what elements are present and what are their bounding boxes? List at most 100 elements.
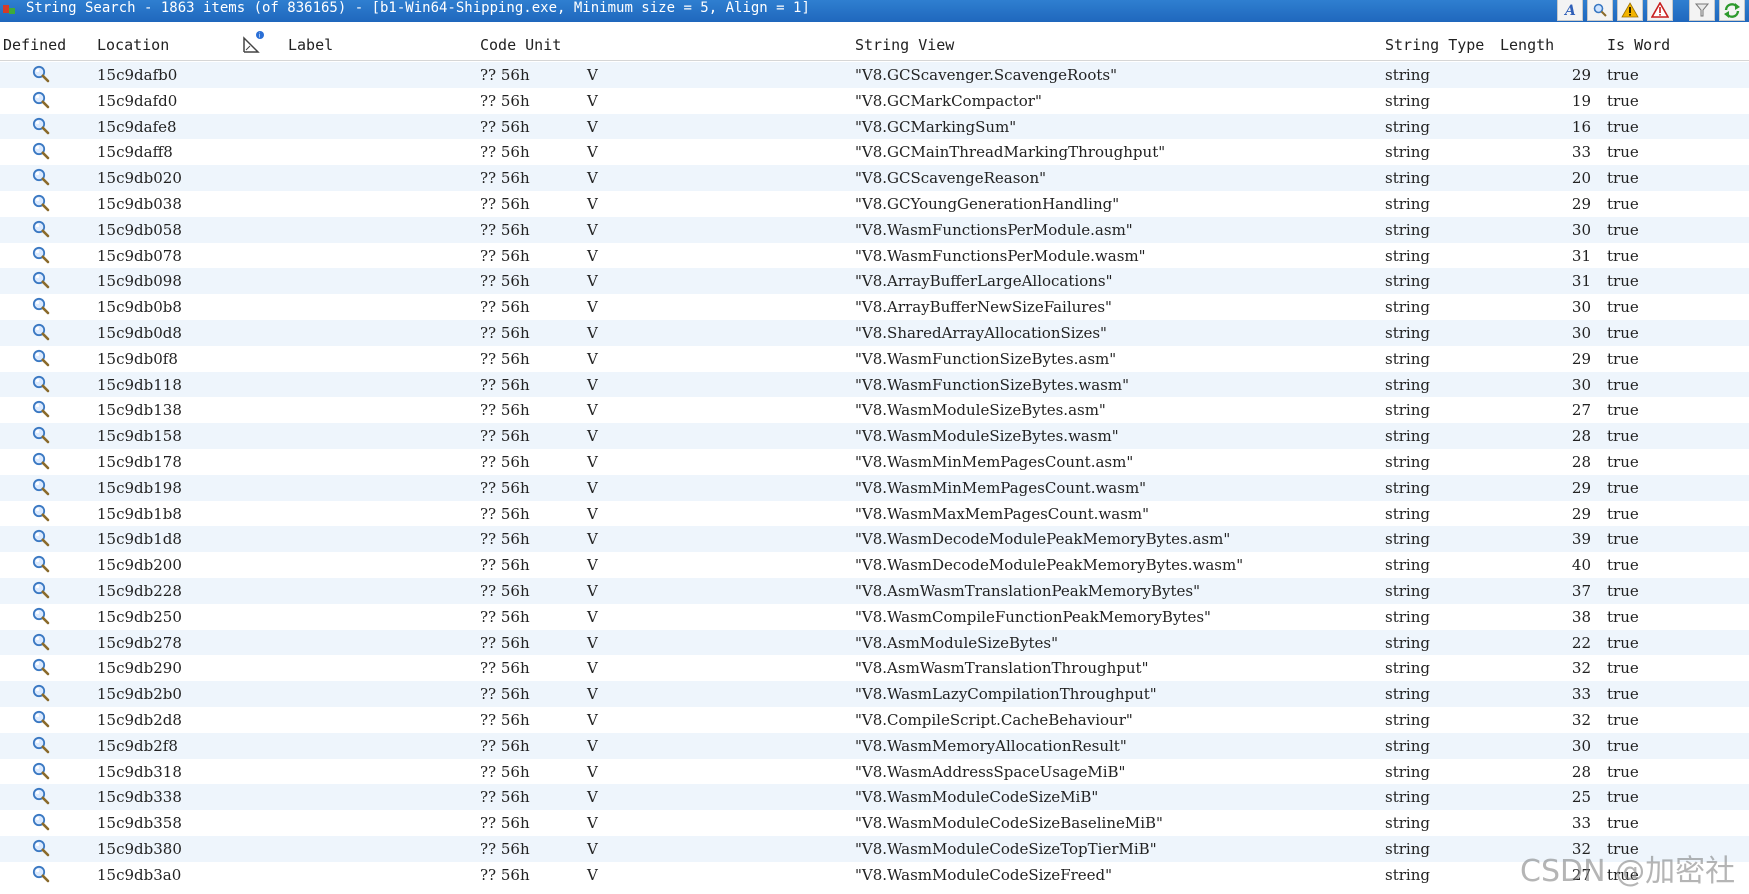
location-cell[interactable]: 15c9dafe8	[97, 118, 177, 136]
location-cell[interactable]: 15c9db038	[97, 195, 182, 213]
table-row[interactable]: 15c9db038 ?? 56h V "V8.GCYoungGenerationHan…	[0, 191, 1749, 217]
column-header-is-word[interactable]: Is Word	[1607, 36, 1670, 54]
magnifier-icon[interactable]	[30, 864, 52, 884]
location-cell[interactable]: 15c9db338	[97, 788, 182, 806]
magnifier-icon[interactable]	[30, 64, 52, 84]
table-row[interactable]: 15c9db358 ?? 56h V "V8.WasmModuleCodeSizeBa…	[0, 810, 1749, 836]
magnifier-icon[interactable]	[30, 477, 52, 497]
location-cell[interactable]: 15c9db200	[97, 556, 182, 574]
location-cell[interactable]: 15c9db020	[97, 169, 182, 187]
magnifier-icon[interactable]	[30, 554, 52, 574]
search-button[interactable]	[1587, 0, 1613, 21]
magnifier-icon[interactable]	[30, 606, 52, 626]
table-row[interactable]: 15c9daff8 ?? 56h V "V8.GCMainThreadMarkingT…	[0, 139, 1749, 165]
magnifier-icon[interactable]	[30, 348, 52, 368]
location-cell[interactable]: 15c9db198	[97, 479, 182, 497]
location-cell[interactable]: 15c9db278	[97, 634, 182, 652]
magnifier-icon[interactable]	[30, 219, 52, 239]
table-row[interactable]: 15c9db0f8 ?? 56h V "V8.WasmFunctionSizeByte…	[0, 346, 1749, 372]
location-cell[interactable]: 15c9db0b8	[97, 298, 182, 316]
error-filter-button[interactable]	[1647, 0, 1673, 21]
table-row[interactable]: 15c9db0b8 ?? 56h V "V8.ArrayBufferNewSizeFa…	[0, 294, 1749, 320]
magnifier-icon[interactable]	[30, 812, 52, 832]
magnifier-icon[interactable]	[30, 580, 52, 600]
column-header-defined[interactable]: Defined	[3, 36, 66, 54]
column-header-string-type[interactable]: String Type	[1385, 36, 1484, 54]
table-row[interactable]: 15c9db158 ?? 56h V "V8.WasmModuleSizeBytes.…	[0, 423, 1749, 449]
filter-button[interactable]	[1689, 0, 1715, 21]
location-cell[interactable]: 15c9db0f8	[97, 350, 178, 368]
location-cell[interactable]: 15c9db178	[97, 453, 182, 471]
magnifier-icon[interactable]	[30, 322, 52, 342]
table-row[interactable]: 15c9db2b0 ?? 56h V "V8.WasmLazyCompilationT…	[0, 681, 1749, 707]
location-cell[interactable]: 15c9db118	[97, 376, 182, 394]
table-row[interactable]: 15c9db2f8 ?? 56h V "V8.WasmMemoryAllocation…	[0, 732, 1749, 759]
table-row[interactable]: 15c9db078 ?? 56h V "V8.WasmFunctionsPerModu…	[0, 243, 1749, 269]
location-cell[interactable]: 15c9db380	[97, 840, 182, 858]
magnifier-icon[interactable]	[30, 528, 52, 548]
table-row[interactable]: 15c9db250 ?? 56h V "V8.WasmCompileFunctionP…	[0, 604, 1749, 630]
location-cell[interactable]: 15c9db058	[97, 221, 182, 239]
table-row[interactable]: 15c9dafe8 ?? 56h V "V8.GCMarkingSum" string 1…	[0, 113, 1749, 140]
magnifier-icon[interactable]	[30, 632, 52, 652]
warning-filter-button[interactable]	[1617, 0, 1643, 21]
magnifier-icon[interactable]	[30, 709, 52, 729]
magnifier-icon[interactable]	[30, 425, 52, 445]
magnifier-icon[interactable]	[30, 451, 52, 471]
location-cell[interactable]: 15c9db138	[97, 401, 182, 419]
location-cell[interactable]: 15c9db250	[97, 608, 182, 626]
magnifier-icon[interactable]	[30, 270, 52, 290]
magnifier-icon[interactable]	[30, 683, 52, 703]
magnifier-icon[interactable]	[30, 90, 52, 110]
magnifier-icon[interactable]	[30, 374, 52, 394]
column-header-location[interactable]: Location	[97, 36, 169, 54]
magnifier-icon[interactable]	[30, 786, 52, 806]
table-row[interactable]: 15c9db058 ?? 56h V "V8.WasmFunctionsPerModu…	[0, 216, 1749, 243]
magnifier-icon[interactable]	[30, 141, 52, 161]
table-row[interactable]: 15c9db290 ?? 56h V "V8.AsmWasmTranslationTh…	[0, 655, 1749, 681]
location-cell[interactable]: 15c9dafd0	[97, 92, 177, 110]
table-row[interactable]: 15c9db3a0 ?? 56h V "V8.WasmModuleCodeSizeFr…	[0, 862, 1749, 888]
table-row[interactable]: 15c9db098 ?? 56h V "V8.ArrayBufferLargeAllo…	[0, 268, 1749, 295]
table-row[interactable]: 15c9db1d8 ?? 56h V "V8.WasmDecodeModulePeak…	[0, 526, 1749, 553]
table-row[interactable]: 15c9db338 ?? 56h V "V8.WasmModuleCodeSizeMi…	[0, 784, 1749, 811]
location-cell[interactable]: 15c9db078	[97, 247, 182, 265]
magnifier-icon[interactable]	[30, 735, 52, 755]
magnifier-icon[interactable]	[30, 245, 52, 265]
location-cell[interactable]: 15c9db2b0	[97, 685, 182, 703]
location-cell[interactable]: 15c9db0d8	[97, 324, 182, 342]
font-button[interactable]: A	[1557, 0, 1583, 21]
magnifier-icon[interactable]	[30, 296, 52, 316]
table-row[interactable]: 15c9db200 ?? 56h V "V8.WasmDecodeModulePeak…	[0, 552, 1749, 578]
location-cell[interactable]: 15c9db358	[97, 814, 182, 832]
table-row[interactable]: 15c9db380 ?? 56h V "V8.WasmModuleCodeSizeTo…	[0, 835, 1749, 862]
table-row[interactable]: 15c9db1b8 ?? 56h V "V8.WasmMaxMemPagesCount…	[0, 501, 1749, 527]
table-row[interactable]: 15c9db118 ?? 56h V "V8.WasmFunctionSizeByte…	[0, 371, 1749, 398]
column-header-string-view[interactable]: String View	[855, 36, 954, 54]
table-row[interactable]: 15c9dafd0 ?? 56h V "V8.GCMarkCompactor" stri…	[0, 88, 1749, 114]
column-header-label[interactable]: Label	[288, 36, 333, 54]
location-cell[interactable]: 15c9daff8	[97, 143, 173, 161]
location-cell[interactable]: 15c9dafb0	[97, 66, 177, 84]
location-cell[interactable]: 15c9db2f8	[97, 737, 178, 755]
table-row[interactable]: 15c9db2d8 ?? 56h V "V8.CompileScript.CacheB…	[0, 707, 1749, 733]
table-row[interactable]: 15c9db198 ?? 56h V "V8.WasmMinMemPagesCount…	[0, 474, 1749, 501]
table-row[interactable]: 15c9db178 ?? 56h V "V8.WasmMinMemPagesCount…	[0, 449, 1749, 475]
magnifier-icon[interactable]	[30, 503, 52, 523]
table-row[interactable]: 15c9dafb0 ?? 56h V "V8.GCScavenger.Scavenge…	[0, 62, 1749, 88]
location-cell[interactable]: 15c9db098	[97, 272, 182, 290]
location-cell[interactable]: 15c9db158	[97, 427, 182, 445]
magnifier-icon[interactable]	[30, 193, 52, 213]
location-cell[interactable]: 15c9db1b8	[97, 505, 182, 523]
location-cell[interactable]: 15c9db318	[97, 763, 182, 781]
magnifier-icon[interactable]	[30, 399, 52, 419]
column-header-length[interactable]: Length	[1500, 36, 1554, 54]
refresh-button[interactable]	[1719, 0, 1745, 21]
magnifier-icon[interactable]	[30, 657, 52, 677]
location-cell[interactable]: 15c9db2d8	[97, 711, 182, 729]
location-cell[interactable]: 15c9db228	[97, 582, 182, 600]
table-row[interactable]: 15c9db0d8 ?? 56h V "V8.SharedArrayAllocatio…	[0, 319, 1749, 346]
table-row[interactable]: 15c9db318 ?? 56h V "V8.WasmAddressSpaceUsag…	[0, 759, 1749, 785]
magnifier-icon[interactable]	[30, 167, 52, 187]
table-row[interactable]: 15c9db228 ?? 56h V "V8.AsmWasmTranslationPe…	[0, 577, 1749, 604]
